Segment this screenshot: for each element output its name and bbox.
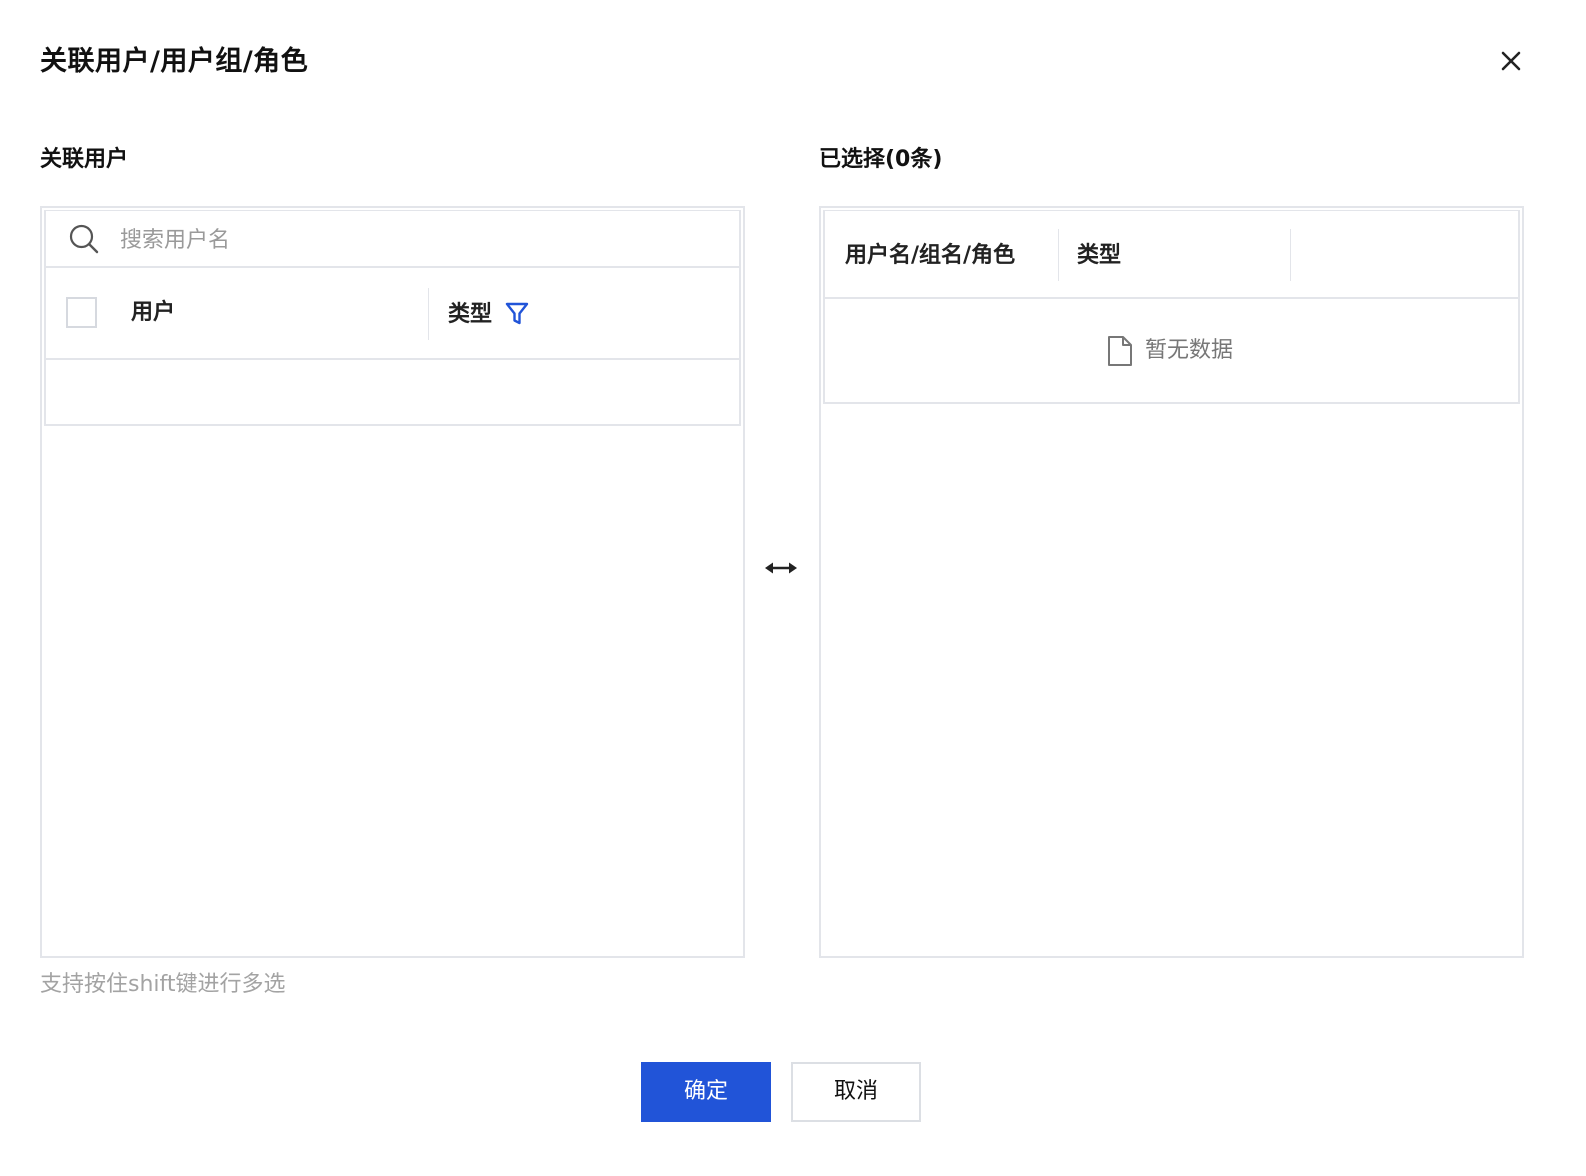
close-button[interactable]: [1496, 46, 1526, 76]
selected-list-panel: 用户名/组名/角色 类型 暂无数据: [819, 206, 1524, 958]
swap-arrows-icon: [765, 562, 797, 574]
column-divider: [1290, 229, 1291, 281]
user-list-panel: 用户 类型: [40, 206, 745, 958]
empty-state-text: 暂无数据: [1145, 338, 1234, 363]
associate-dialog: 关联用户/用户组/角色 关联用户 用户 类型: [0, 0, 1586, 1176]
column-divider: [428, 288, 429, 340]
cancel-button[interactable]: 取消: [791, 1062, 921, 1122]
dialog-title: 关联用户/用户组/角色: [40, 46, 309, 77]
filter-icon[interactable]: [504, 301, 530, 327]
left-panel-label: 关联用户: [40, 147, 129, 172]
select-all-checkbox[interactable]: [66, 297, 97, 328]
search-input[interactable]: [118, 219, 722, 261]
empty-state: 暂无数据: [825, 299, 1518, 403]
search-bar: [46, 211, 739, 268]
selected-table-header: 用户名/组名/角色 类型: [825, 211, 1518, 299]
close-icon: [1501, 51, 1521, 71]
selected-panel-label: 已选择(0条): [819, 147, 943, 172]
user-table: 用户 类型: [44, 210, 741, 426]
table-header: 用户 类型: [46, 268, 739, 360]
column-header-type: 类型: [448, 302, 493, 327]
confirm-button[interactable]: 确定: [641, 1062, 771, 1122]
file-icon: [1108, 336, 1132, 366]
column-header-type: 类型: [1077, 243, 1122, 268]
selected-table: 用户名/组名/角色 类型 暂无数据: [823, 210, 1520, 404]
column-header-name: 用户名/组名/角色: [845, 243, 1016, 268]
column-header-user: 用户: [131, 300, 176, 325]
column-divider: [1058, 229, 1059, 281]
search-icon: [69, 224, 99, 254]
multi-select-hint: 支持按住shift键进行多选: [40, 972, 286, 997]
